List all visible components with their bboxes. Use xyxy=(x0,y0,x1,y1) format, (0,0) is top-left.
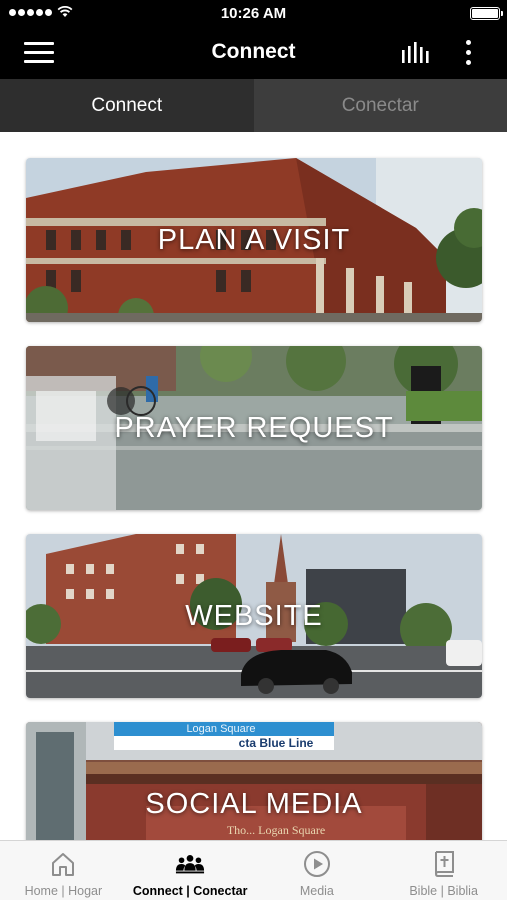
plan-a-visit-card[interactable]: PLAN A VISIT xyxy=(26,158,482,322)
prayer-request-label: PRAYER REQUEST xyxy=(114,411,394,444)
status-time: 10:26 AM xyxy=(220,5,287,22)
prayer-request-card[interactable]: PRAYER REQUEST xyxy=(26,346,482,510)
nav-bar: Connect xyxy=(0,28,507,79)
battery-icon xyxy=(470,7,503,20)
website-label: WEBSITE xyxy=(185,599,323,632)
segment-tabs: Connect Conectar xyxy=(0,79,507,132)
bottom-tab-bar: Home | Hogar Connect | Conectar Media Bi… xyxy=(0,840,507,900)
tab-connect-label: Connect | Conectar xyxy=(132,884,248,898)
more-vertical-icon[interactable] xyxy=(458,40,478,68)
home-icon xyxy=(52,853,75,876)
tab-home[interactable]: Home | Hogar xyxy=(0,841,127,900)
people-group-icon xyxy=(176,855,205,874)
connect-card-list: PLAN A VISIT PRAYER REQUEST WEBSITE Loga… xyxy=(26,158,482,900)
audio-bars-icon[interactable] xyxy=(400,42,430,64)
plan-a-visit-label: PLAN A VISIT xyxy=(157,223,351,256)
status-bar: 10:26 AM xyxy=(0,0,507,28)
tab-media[interactable]: Media xyxy=(254,841,381,900)
tab-media-label: Media xyxy=(299,884,334,898)
tab-bible-label: Bible | Biblia xyxy=(409,884,478,898)
tab-home-label: Home | Hogar xyxy=(24,884,103,898)
bible-book-icon xyxy=(434,851,454,877)
play-circle-icon xyxy=(303,851,330,877)
page-title: Connect xyxy=(211,40,296,63)
tab-connect-bottom[interactable]: Connect | Conectar xyxy=(127,841,254,900)
tab-bible[interactable]: Bible | Biblia xyxy=(380,841,507,900)
tab-connect[interactable]: Connect xyxy=(0,79,254,132)
tab-conectar[interactable]: Conectar xyxy=(253,79,507,132)
website-card[interactable]: WEBSITE xyxy=(26,534,482,698)
